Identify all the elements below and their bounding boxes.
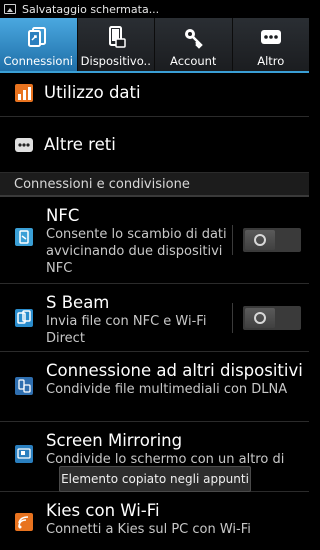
screenshot-image-icon [4,4,16,14]
toggle-knob [245,307,275,328]
account-key-icon [181,25,205,49]
data-usage-row[interactable]: Utilizzo dati [0,75,309,117]
tab-altro[interactable]: Altro [233,18,310,71]
status-bar: Salvataggio schermata... [0,0,309,18]
tab-label: Connessioni [3,54,73,68]
section-header: Connessioni e condivisione [0,173,309,197]
divider [232,225,233,255]
tab-dispositivo[interactable]: Dispositivo.. [78,18,155,71]
kies-wifi-title: Kies con Wi-Fi [46,501,160,520]
kies-wifi-row[interactable]: Kies con Wi-Fi Connetti a Kies sul PC co… [0,492,309,550]
tab-account[interactable]: Account [155,18,233,71]
screen-mirroring-title: Screen Mirroring [46,431,183,450]
dlna-icon [14,376,34,413]
s-beam-toggle[interactable] [243,305,301,330]
nfc-row[interactable]: NFC Consente lo scambio di dati avvicina… [0,197,309,284]
data-usage-icon [14,83,34,103]
kies-wifi-description: Connetti a Kies sul PC con Wi-Fi [46,522,251,537]
more-dots-icon [259,25,283,49]
tab-label: Altro [257,54,285,68]
tab-connessioni[interactable]: Connessioni [0,18,78,71]
device-icon [104,25,128,49]
nfc-toggle[interactable] [243,228,301,252]
kies-wifi-icon [14,512,34,544]
connect-other-devices-title: Connessione ad altri dispositivi [46,361,303,380]
status-text: Salvataggio schermata... [22,2,160,16]
toggle-knob [245,230,275,250]
tab-label: Account [170,54,217,68]
connect-other-devices-description: Condivide file multimediali con DLNA [46,382,288,397]
nfc-icon [14,227,34,275]
more-networks-row[interactable]: Altre reti [0,117,309,173]
more-networks-icon [14,135,34,155]
copied-toast: Elemento copiato negli appunti [59,466,251,492]
screen-mirroring-icon [14,444,34,483]
more-networks-label: Altre reti [44,135,116,154]
s-beam-row[interactable]: S Beam Invia file con NFC e Wi-Fi Direct [0,284,309,352]
nfc-title: NFC [46,206,80,225]
s-beam-title: S Beam [46,293,110,312]
settings-tab-bar: Connessioni Dispositivo.. Account Altro [0,18,309,73]
s-beam-description: Invia file con NFC e Wi-Fi Direct [46,314,207,346]
data-usage-label: Utilizzo dati [44,83,141,102]
tab-label: Dispositivo.. [80,54,151,68]
off-icon [254,311,266,324]
connections-icon [26,25,50,49]
divider [232,302,233,333]
off-icon [254,234,266,246]
s-beam-icon [14,308,34,343]
nfc-description: Consente lo scambio di dati avvicinando … [46,227,227,276]
connect-other-devices-row[interactable]: Connessione ad altri dispositivi Condivi… [0,352,309,422]
